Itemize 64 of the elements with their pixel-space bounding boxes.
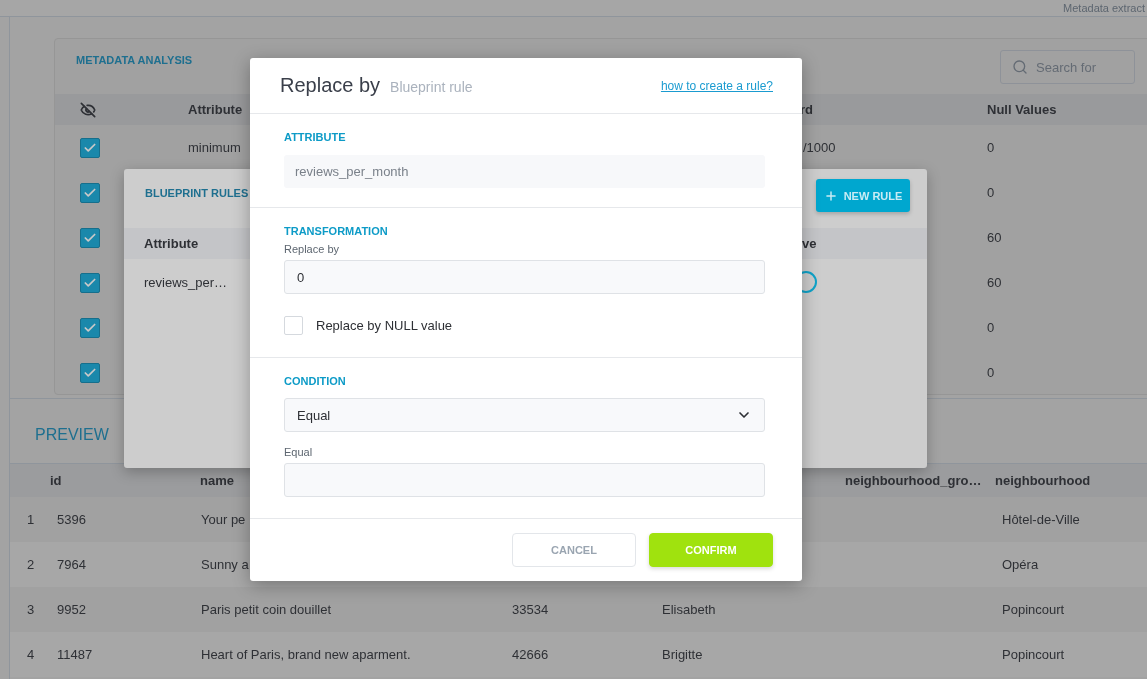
section-label: CONDITION bbox=[284, 375, 347, 387]
row-checkbox[interactable] bbox=[80, 272, 100, 293]
field-label: Equal bbox=[284, 446, 314, 458]
null-checkbox[interactable] bbox=[284, 316, 303, 335]
card-title: METADATA ANALYSIS bbox=[76, 53, 193, 66]
row-checkbox[interactable] bbox=[80, 227, 100, 248]
table-cell-text: 42666 bbox=[511, 647, 549, 662]
table-cell-text: 0 bbox=[986, 365, 995, 380]
table-cell-text: Elisabeth bbox=[661, 602, 716, 617]
column-header[interactable]: Null Values bbox=[980, 102, 1057, 117]
row-checkbox[interactable] bbox=[80, 362, 100, 383]
row-number: 2 bbox=[26, 557, 35, 572]
cancel-button[interactable]: CANCEL bbox=[512, 533, 636, 567]
plus-icon bbox=[823, 188, 838, 203]
section-title: PREVIEW bbox=[35, 426, 109, 444]
table-cell-text: 0 bbox=[986, 320, 995, 335]
table-cell-text: minimum bbox=[187, 140, 241, 155]
row-number: 1 bbox=[26, 512, 35, 527]
table-cell-text: Sunny a bbox=[200, 557, 249, 572]
table-cell-text: 0 bbox=[986, 140, 995, 155]
checkbox-label: Replace by NULL value bbox=[316, 318, 453, 333]
table-cell-text: Opéra bbox=[1001, 557, 1039, 572]
table-cell-text: 60 bbox=[986, 230, 1002, 245]
eye-slash-icon[interactable] bbox=[80, 101, 96, 118]
table-cell-text: Popincourt bbox=[1001, 647, 1065, 662]
table-cell-text: Paris petit coin douillet bbox=[200, 602, 332, 617]
row-checkbox[interactable] bbox=[80, 137, 100, 158]
column-header[interactable]: neighbourhood_gro… bbox=[838, 473, 982, 488]
table-cell-text: 0 bbox=[986, 185, 995, 200]
column-header[interactable]: name bbox=[195, 473, 234, 488]
column-header[interactable]: id bbox=[47, 473, 62, 488]
column-header[interactable]: neighbourhood bbox=[988, 473, 1091, 488]
table-cell-text: 33534 bbox=[511, 602, 549, 617]
table-cell-text: 60 bbox=[986, 275, 1002, 290]
field-label: Replace by bbox=[284, 243, 341, 255]
dialog-subtitle: Blueprint rule bbox=[390, 78, 473, 95]
table-cell-text: 7964 bbox=[56, 557, 86, 572]
replace-by-input[interactable]: 0 bbox=[284, 260, 765, 294]
table-cell-text: Your pe bbox=[200, 512, 246, 527]
condition-select[interactable]: Equal bbox=[284, 398, 765, 432]
column-header[interactable]: Attribute bbox=[180, 102, 243, 117]
table-cell-text: Heart of Paris, brand new aparment. bbox=[200, 647, 411, 662]
section-label: ATTRIBUTE bbox=[284, 131, 347, 143]
dialog-title: Replace by bbox=[280, 74, 381, 97]
column-header[interactable]: Attribute bbox=[124, 236, 199, 251]
table-cell-text: 5396 bbox=[56, 512, 86, 527]
equal-input[interactable] bbox=[284, 463, 765, 497]
table-cell-text: reviews_per… bbox=[143, 274, 228, 290]
search-icon bbox=[1012, 59, 1028, 75]
row-number: 4 bbox=[26, 647, 35, 662]
table-cell-text: /1000 bbox=[802, 140, 836, 155]
help-link[interactable]: how to create a rule? bbox=[660, 78, 773, 93]
row-number: 3 bbox=[26, 602, 35, 617]
section-label: TRANSFORMATION bbox=[284, 225, 389, 237]
table-cell-text: Popincourt bbox=[1001, 602, 1065, 617]
table-cell-text: 11487 bbox=[56, 647, 93, 662]
breadcrumb-text: Metadata extract bbox=[1063, 2, 1145, 14]
table-cell-text: 9952 bbox=[56, 602, 86, 617]
row-checkbox[interactable] bbox=[80, 182, 100, 203]
table-cell-text: Brigitte bbox=[661, 647, 703, 662]
panel-title: BLUEPRINT RULES bbox=[145, 186, 249, 199]
attribute-field: reviews_per_month bbox=[284, 155, 765, 188]
table-cell-text: Hôtel-de-Ville bbox=[1001, 512, 1080, 527]
row-checkbox[interactable] bbox=[80, 317, 100, 338]
